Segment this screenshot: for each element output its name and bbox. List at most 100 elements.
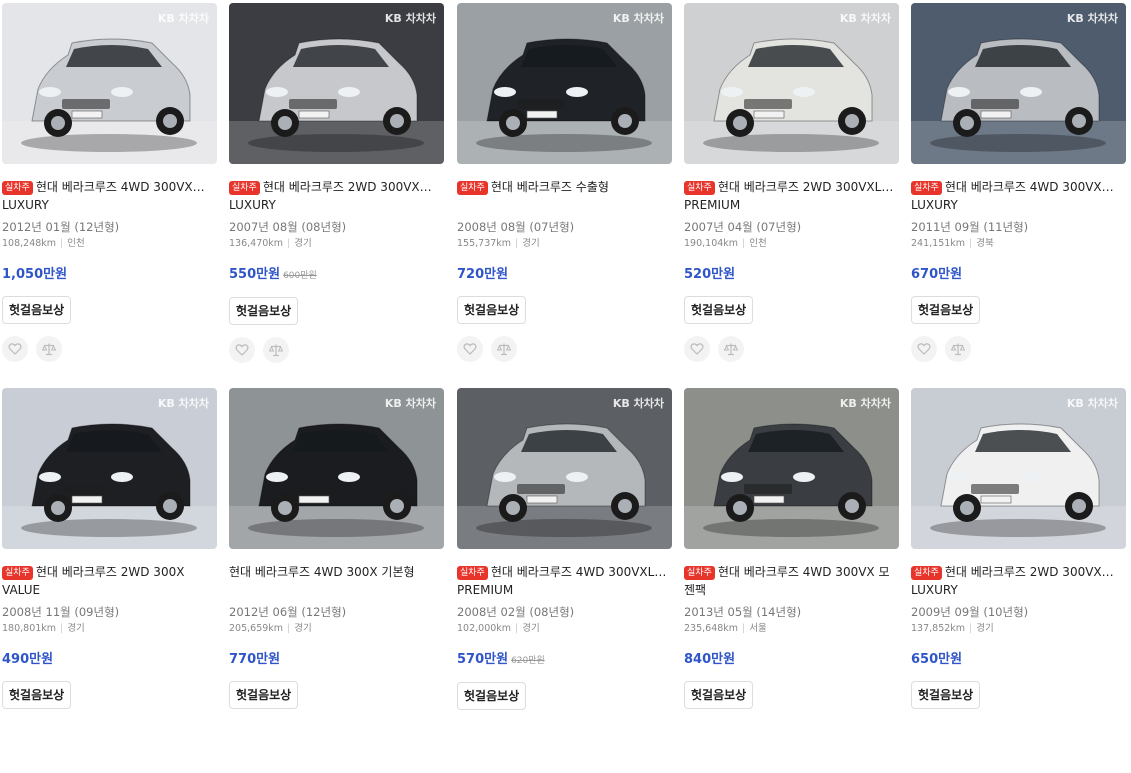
mileage: 205,659km [229, 623, 284, 634]
compare-scale-icon[interactable] [718, 336, 744, 362]
listing-title[interactable]: 실차주 현대 베라크루즈 2WD 300VX… LUXURY [911, 563, 1126, 599]
registration-year: 2008년 02월 (08년형) [457, 605, 575, 619]
listing-title-text: 현대 베라크루즈 수출형 [490, 180, 609, 194]
price: 670만원 [911, 266, 1126, 284]
listing-title[interactable]: 실차주 현대 베라크루즈 4WD 300VXL… PREMIUM [457, 563, 672, 599]
compensation-button[interactable]: 헛걸음보상 [457, 296, 527, 324]
car-thumbnail[interactable]: KB 차차차 [911, 388, 1126, 549]
current-price: 570만원 [457, 652, 509, 667]
heart-icon[interactable] [457, 336, 483, 362]
region: 경기 [976, 623, 994, 634]
registration-year: 2012년 06월 (12년형) [229, 605, 347, 619]
listing-meta: 108,248km | 인천 [2, 236, 217, 251]
compare-scale-icon[interactable] [36, 336, 62, 362]
car-photo [911, 388, 1126, 549]
price: 840만원 [684, 651, 899, 669]
heart-icon[interactable] [229, 337, 255, 363]
listing-title[interactable]: 실차주 현대 베라크루즈 4WD 300VX… LUXURY [2, 178, 217, 214]
car-photo [2, 388, 217, 549]
compensation-button[interactable]: 헛걸음보상 [911, 681, 981, 709]
owner-badge: 실차주 [911, 566, 942, 580]
compensation-button[interactable]: 헛걸음보상 [2, 296, 72, 324]
action-icons [457, 336, 672, 362]
compensation-wrap: 헛걸음보상 [684, 669, 899, 709]
action-icons [229, 337, 444, 363]
registration-year: 2007년 08월 (08년형) [229, 220, 347, 234]
car-photo [229, 3, 444, 164]
watermark: KB 차차차 [384, 397, 436, 410]
heart-icon[interactable] [2, 336, 28, 362]
region: 인천 [67, 238, 85, 249]
car-thumbnail[interactable]: KB 차차차 [229, 388, 444, 549]
listing-card[interactable]: KB 차차차 실차주 현대 베라크루즈 4WD 300VX 모젠팩 2013년 05월… [684, 388, 899, 709]
current-price: 720만원 [457, 267, 509, 282]
compensation-wrap: 헛걸음보상 [229, 669, 444, 709]
compare-scale-icon[interactable] [945, 336, 971, 362]
car-thumbnail[interactable]: KB 차차차 [684, 388, 899, 549]
region: 경기 [294, 623, 312, 634]
car-thumbnail[interactable]: KB 차차차 [2, 388, 217, 549]
compare-scale-icon[interactable] [263, 337, 289, 363]
mileage: 190,104km [684, 238, 739, 249]
compensation-wrap: 헛걸음보상 [2, 284, 217, 324]
listing-card[interactable]: KB 차차차 실차주 현대 베라크루즈 2WD 300X VALUE 2008년 11… [2, 388, 217, 709]
mileage: 235,648km [684, 623, 739, 634]
car-thumbnail[interactable]: KB 차차차 [457, 3, 672, 164]
meta-divider: | [60, 623, 64, 634]
current-price: 770만원 [229, 652, 281, 667]
listing-card[interactable]: KB 차차차실차주 현대 베라크루즈 4WD 300VXL… PREMIUM 200… [457, 388, 672, 710]
heart-icon[interactable] [911, 336, 937, 362]
car-photo [457, 388, 672, 549]
meta-divider: | [969, 623, 973, 634]
price: 520만원 [684, 266, 899, 284]
compensation-button[interactable]: 헛걸음보상 [684, 681, 754, 709]
listing-title-text: 현대 베라크루즈 2WD 300VXL… PREMIUM [684, 180, 894, 212]
listing-title[interactable]: 현대 베라크루즈 4WD 300X 기본형 [229, 563, 444, 599]
compensation-button[interactable]: 헛걸음보상 [229, 297, 299, 325]
listing-title[interactable]: 실차주 현대 베라크루즈 2WD 300VXL… PREMIUM [684, 178, 899, 214]
listing-meta: 136,470km | 경기 [229, 236, 444, 251]
registration-year: 2011년 09월 (11년형) [911, 220, 1029, 234]
listing-title[interactable]: 실차주 현대 베라크루즈 4WD 300VX… LUXURY [911, 178, 1126, 214]
meta-divider: | [969, 238, 973, 249]
listing-card[interactable]: KB 차차차 실차주 현대 베라크루즈 수출형 2008년 08월 (07년형) 155… [457, 3, 672, 362]
current-price: 550만원 [229, 267, 281, 282]
owner-badge: 실차주 [911, 181, 942, 195]
listing-card[interactable]: KB 차차차 실차주 현대 베라크루즈 2WD 300VX… LUXURY 2009년… [911, 388, 1126, 709]
listing-card[interactable]: KB 차차차 실차주 현대 베라크루즈 2WD 300VXL… PREMIUM 200… [684, 3, 899, 362]
car-photo [684, 3, 899, 164]
car-thumbnail[interactable]: KB 차차차 [2, 3, 217, 164]
listing-title[interactable]: 실차주 현대 베라크루즈 2WD 300VX… LUXURY [229, 178, 444, 214]
car-thumbnail[interactable]: KB 차차차 [229, 3, 444, 164]
compensation-button[interactable]: 헛걸음보상 [2, 681, 72, 709]
region: 경기 [522, 623, 540, 634]
listing-card[interactable]: KB 차차차현대 베라크루즈 4WD 300X 기본형 2012년 06월 (12… [229, 388, 444, 709]
current-price: 1,050만원 [2, 267, 68, 282]
car-photo [911, 3, 1126, 164]
current-price: 650만원 [911, 652, 963, 667]
compensation-button[interactable]: 헛걸음보상 [911, 296, 981, 324]
car-thumbnail[interactable]: KB 차차차 [911, 3, 1126, 164]
listing-card[interactable]: KB 차차차 실차주 현대 베라크루즈 4WD 300VX… LUXURY 2012년… [2, 3, 217, 362]
listing-card[interactable]: KB 차차차실차주 현대 베라크루즈 4WD 300VX… LUXURY 2011년… [911, 3, 1126, 362]
meta-divider: | [287, 623, 291, 634]
compensation-button[interactable]: 헛걸음보상 [229, 681, 299, 709]
compare-scale-icon[interactable] [491, 336, 517, 362]
owner-badge: 실차주 [457, 181, 488, 195]
listing-title[interactable]: 실차주 현대 베라크루즈 4WD 300VX 모젠팩 [684, 563, 899, 599]
heart-icon[interactable] [684, 336, 710, 362]
price: 570만원 620만원 [457, 651, 672, 670]
watermark: KB 차차차 [384, 12, 436, 25]
compensation-button[interactable]: 헛걸음보상 [457, 682, 527, 710]
listing-title[interactable]: 실차주 현대 베라크루즈 수출형 [457, 178, 672, 214]
listing-title[interactable]: 실차주 현대 베라크루즈 2WD 300X VALUE [2, 563, 217, 599]
compensation-button[interactable]: 헛걸음보상 [684, 296, 754, 324]
compensation-wrap: 헛걸음보상 [2, 669, 217, 709]
car-thumbnail[interactable]: KB 차차차 [684, 3, 899, 164]
current-price: 670만원 [911, 267, 963, 282]
listing-card[interactable]: KB 차차차실차주 현대 베라크루즈 2WD 300VX… LUXURY 2007년… [229, 3, 444, 363]
listing-grid: KB 차차차 실차주 현대 베라크루즈 4WD 300VX… LUXURY 2012년… [2, 3, 1129, 773]
listing-row: KB 차차차 실차주 현대 베라크루즈 4WD 300VX… LUXURY 2012년… [2, 3, 1129, 388]
watermark: KB 차차차 [1066, 397, 1118, 410]
car-thumbnail[interactable]: KB 차차차 [457, 388, 672, 549]
